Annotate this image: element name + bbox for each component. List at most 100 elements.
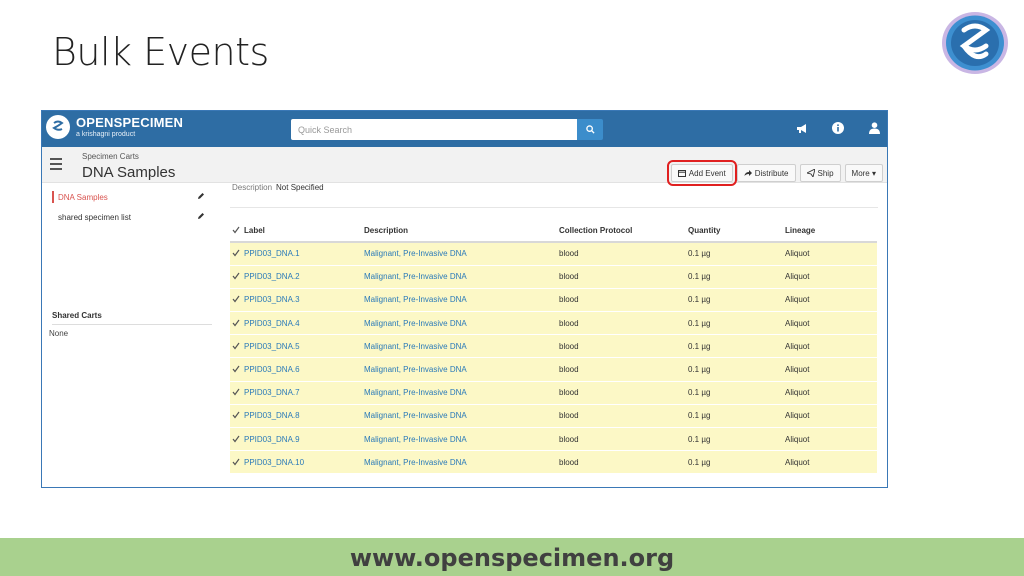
lineage: Aliquot xyxy=(785,404,877,429)
slide-footer: www.openspecimen.org xyxy=(0,538,1024,576)
lineage: Aliquot xyxy=(785,334,877,359)
table-row[interactable]: PPID03_DNA.6 Malignant, Pre-Invasive DNA b… xyxy=(230,357,877,382)
footer-url[interactable]: www.openspecimen.org xyxy=(350,544,674,572)
distribute-label: Distribute xyxy=(754,168,789,178)
table-row[interactable]: PPID03_DNA.5 Malignant, Pre-Invasive DNA b… xyxy=(230,334,877,359)
sidebar-item-label: shared specimen list xyxy=(58,212,131,222)
app-brand[interactable]: OPENSPECIMEN a krishagni product xyxy=(46,115,183,139)
quantity: 0.1 µg xyxy=(688,242,785,266)
column-header-collection-protocol: Collection Protocol xyxy=(559,220,688,243)
search-input[interactable] xyxy=(291,119,577,140)
checkbox-checked-icon[interactable] xyxy=(232,458,240,466)
menu-toggle-icon[interactable] xyxy=(50,158,62,173)
specimen-description: Malignant, Pre-Invasive DNA xyxy=(364,288,559,313)
specimen-label-link[interactable]: PPID03_DNA.2 xyxy=(230,265,364,289)
shared-carts-heading: Shared Carts xyxy=(52,311,212,325)
specimen-description: Malignant, Pre-Invasive DNA xyxy=(364,450,559,475)
collection-protocol: blood xyxy=(559,427,688,452)
column-header-quantity: Quantity xyxy=(688,220,785,243)
search-button[interactable] xyxy=(577,119,603,140)
page-header: Specimen Carts DNA Samples Add Event Dis… xyxy=(42,147,887,186)
checkbox-checked-icon[interactable] xyxy=(232,272,240,280)
collection-protocol: blood xyxy=(559,334,688,359)
collection-protocol: blood xyxy=(559,265,688,289)
pencil-icon[interactable] xyxy=(197,212,205,220)
quantity: 0.1 µg xyxy=(688,265,785,289)
table-row[interactable]: PPID03_DNA.2 Malignant, Pre-Invasive DNA b… xyxy=(230,265,877,289)
announcement-icon[interactable] xyxy=(795,121,809,135)
shared-carts-empty: None xyxy=(49,329,69,338)
lineage: Aliquot xyxy=(785,265,877,289)
specimen-label-link[interactable]: PPID03_DNA.4 xyxy=(230,311,364,336)
table-row[interactable]: PPID03_DNA.7 Malignant, Pre-Invasive DNA b… xyxy=(230,381,877,405)
add-event-label: Add Event xyxy=(688,168,726,178)
lineage: Aliquot xyxy=(785,242,877,266)
specimen-label-link[interactable]: PPID03_DNA.10 xyxy=(230,450,364,475)
share-icon xyxy=(744,170,752,176)
brand-name: OPENSPECIMEN xyxy=(76,115,184,130)
lineage: Aliquot xyxy=(785,357,877,382)
distribute-button[interactable]: Distribute xyxy=(736,164,796,182)
quantity: 0.1 µg xyxy=(688,288,785,313)
specimen-label-link[interactable]: PPID03_DNA.7 xyxy=(230,381,364,405)
quantity: 0.1 µg xyxy=(688,357,785,382)
cart-sidebar: DNA Samples shared specimen list Shared … xyxy=(42,183,214,487)
sidebar-item-shared-specimen-list[interactable]: shared specimen list xyxy=(42,207,214,227)
specimen-label-link[interactable]: PPID03_DNA.8 xyxy=(230,404,364,429)
specimen-description: Malignant, Pre-Invasive DNA xyxy=(364,242,559,266)
table-row[interactable]: PPID03_DNA.8 Malignant, Pre-Invasive DNA b… xyxy=(230,404,877,429)
checkbox-checked-icon[interactable] xyxy=(232,435,240,443)
quantity: 0.1 µg xyxy=(688,311,785,336)
cart-description: Description Not Specified xyxy=(232,183,324,192)
column-header-description: Description xyxy=(364,220,559,243)
quantity: 0.1 µg xyxy=(688,381,785,405)
divider xyxy=(230,207,878,208)
collection-protocol: blood xyxy=(559,381,688,405)
calendar-icon xyxy=(677,170,686,177)
specimen-description: Malignant, Pre-Invasive DNA xyxy=(364,311,559,336)
info-icon[interactable] xyxy=(831,121,845,135)
specimen-label-link[interactable]: PPID03_DNA.1 xyxy=(230,242,364,266)
specimen-label-link[interactable]: PPID03_DNA.6 xyxy=(230,357,364,382)
add-event-button[interactable]: Add Event xyxy=(666,160,737,186)
lineage: Aliquot xyxy=(785,450,877,475)
user-icon[interactable] xyxy=(867,121,881,135)
page-title: DNA Samples xyxy=(82,164,176,181)
table-row[interactable]: PPID03_DNA.1 Malignant, Pre-Invasive DNA b… xyxy=(230,242,877,266)
lineage: Aliquot xyxy=(785,311,877,336)
pencil-icon[interactable] xyxy=(197,192,205,200)
specimen-label-link[interactable]: PPID03_DNA.9 xyxy=(230,427,364,452)
checkbox-checked-icon[interactable] xyxy=(232,319,240,327)
checkbox-checked-icon[interactable] xyxy=(232,295,240,303)
lineage: Aliquot xyxy=(785,427,877,452)
column-header-label[interactable]: Label xyxy=(230,220,364,243)
collection-protocol: blood xyxy=(559,288,688,313)
specimen-description: Malignant, Pre-Invasive DNA xyxy=(364,357,559,382)
ship-button[interactable]: Ship xyxy=(799,164,841,182)
description-value: Not Specified xyxy=(276,183,324,192)
quick-search xyxy=(291,119,603,140)
checkbox-checked-icon[interactable] xyxy=(232,249,240,257)
slide: Bulk Events OPENSPECIMEN a krishagni pro… xyxy=(0,0,1024,576)
openspecimen-logo-icon xyxy=(942,12,1008,74)
table-row[interactable]: PPID03_DNA.10 Malignant, Pre-Invasive DNA… xyxy=(230,450,877,475)
table-row[interactable]: PPID03_DNA.9 Malignant, Pre-Invasive DNA b… xyxy=(230,427,877,452)
table-header-row: Label Description Collection Protocol Qu… xyxy=(230,220,877,243)
slide-title: Bulk Events xyxy=(52,30,269,74)
checkbox-checked-icon[interactable] xyxy=(232,411,240,419)
ship-label: Ship xyxy=(817,168,834,178)
check-all-icon[interactable] xyxy=(232,226,240,234)
sidebar-item-dna-samples[interactable]: DNA Samples xyxy=(42,187,214,207)
specimen-description: Malignant, Pre-Invasive DNA xyxy=(364,427,559,452)
specimen-label-link[interactable]: PPID03_DNA.3 xyxy=(230,288,364,313)
specimen-label-link[interactable]: PPID03_DNA.5 xyxy=(230,334,364,359)
checkbox-checked-icon[interactable] xyxy=(232,365,240,373)
table-row[interactable]: PPID03_DNA.3 Malignant, Pre-Invasive DNA b… xyxy=(230,288,877,313)
more-dropdown[interactable]: More ▾ xyxy=(844,164,883,182)
search-icon xyxy=(585,125,595,134)
breadcrumb[interactable]: Specimen Carts xyxy=(82,152,139,161)
checkbox-checked-icon[interactable] xyxy=(232,342,240,350)
table-row[interactable]: PPID03_DNA.4 Malignant, Pre-Invasive DNA b… xyxy=(230,311,877,336)
collection-protocol: blood xyxy=(559,404,688,429)
checkbox-checked-icon[interactable] xyxy=(232,388,240,396)
